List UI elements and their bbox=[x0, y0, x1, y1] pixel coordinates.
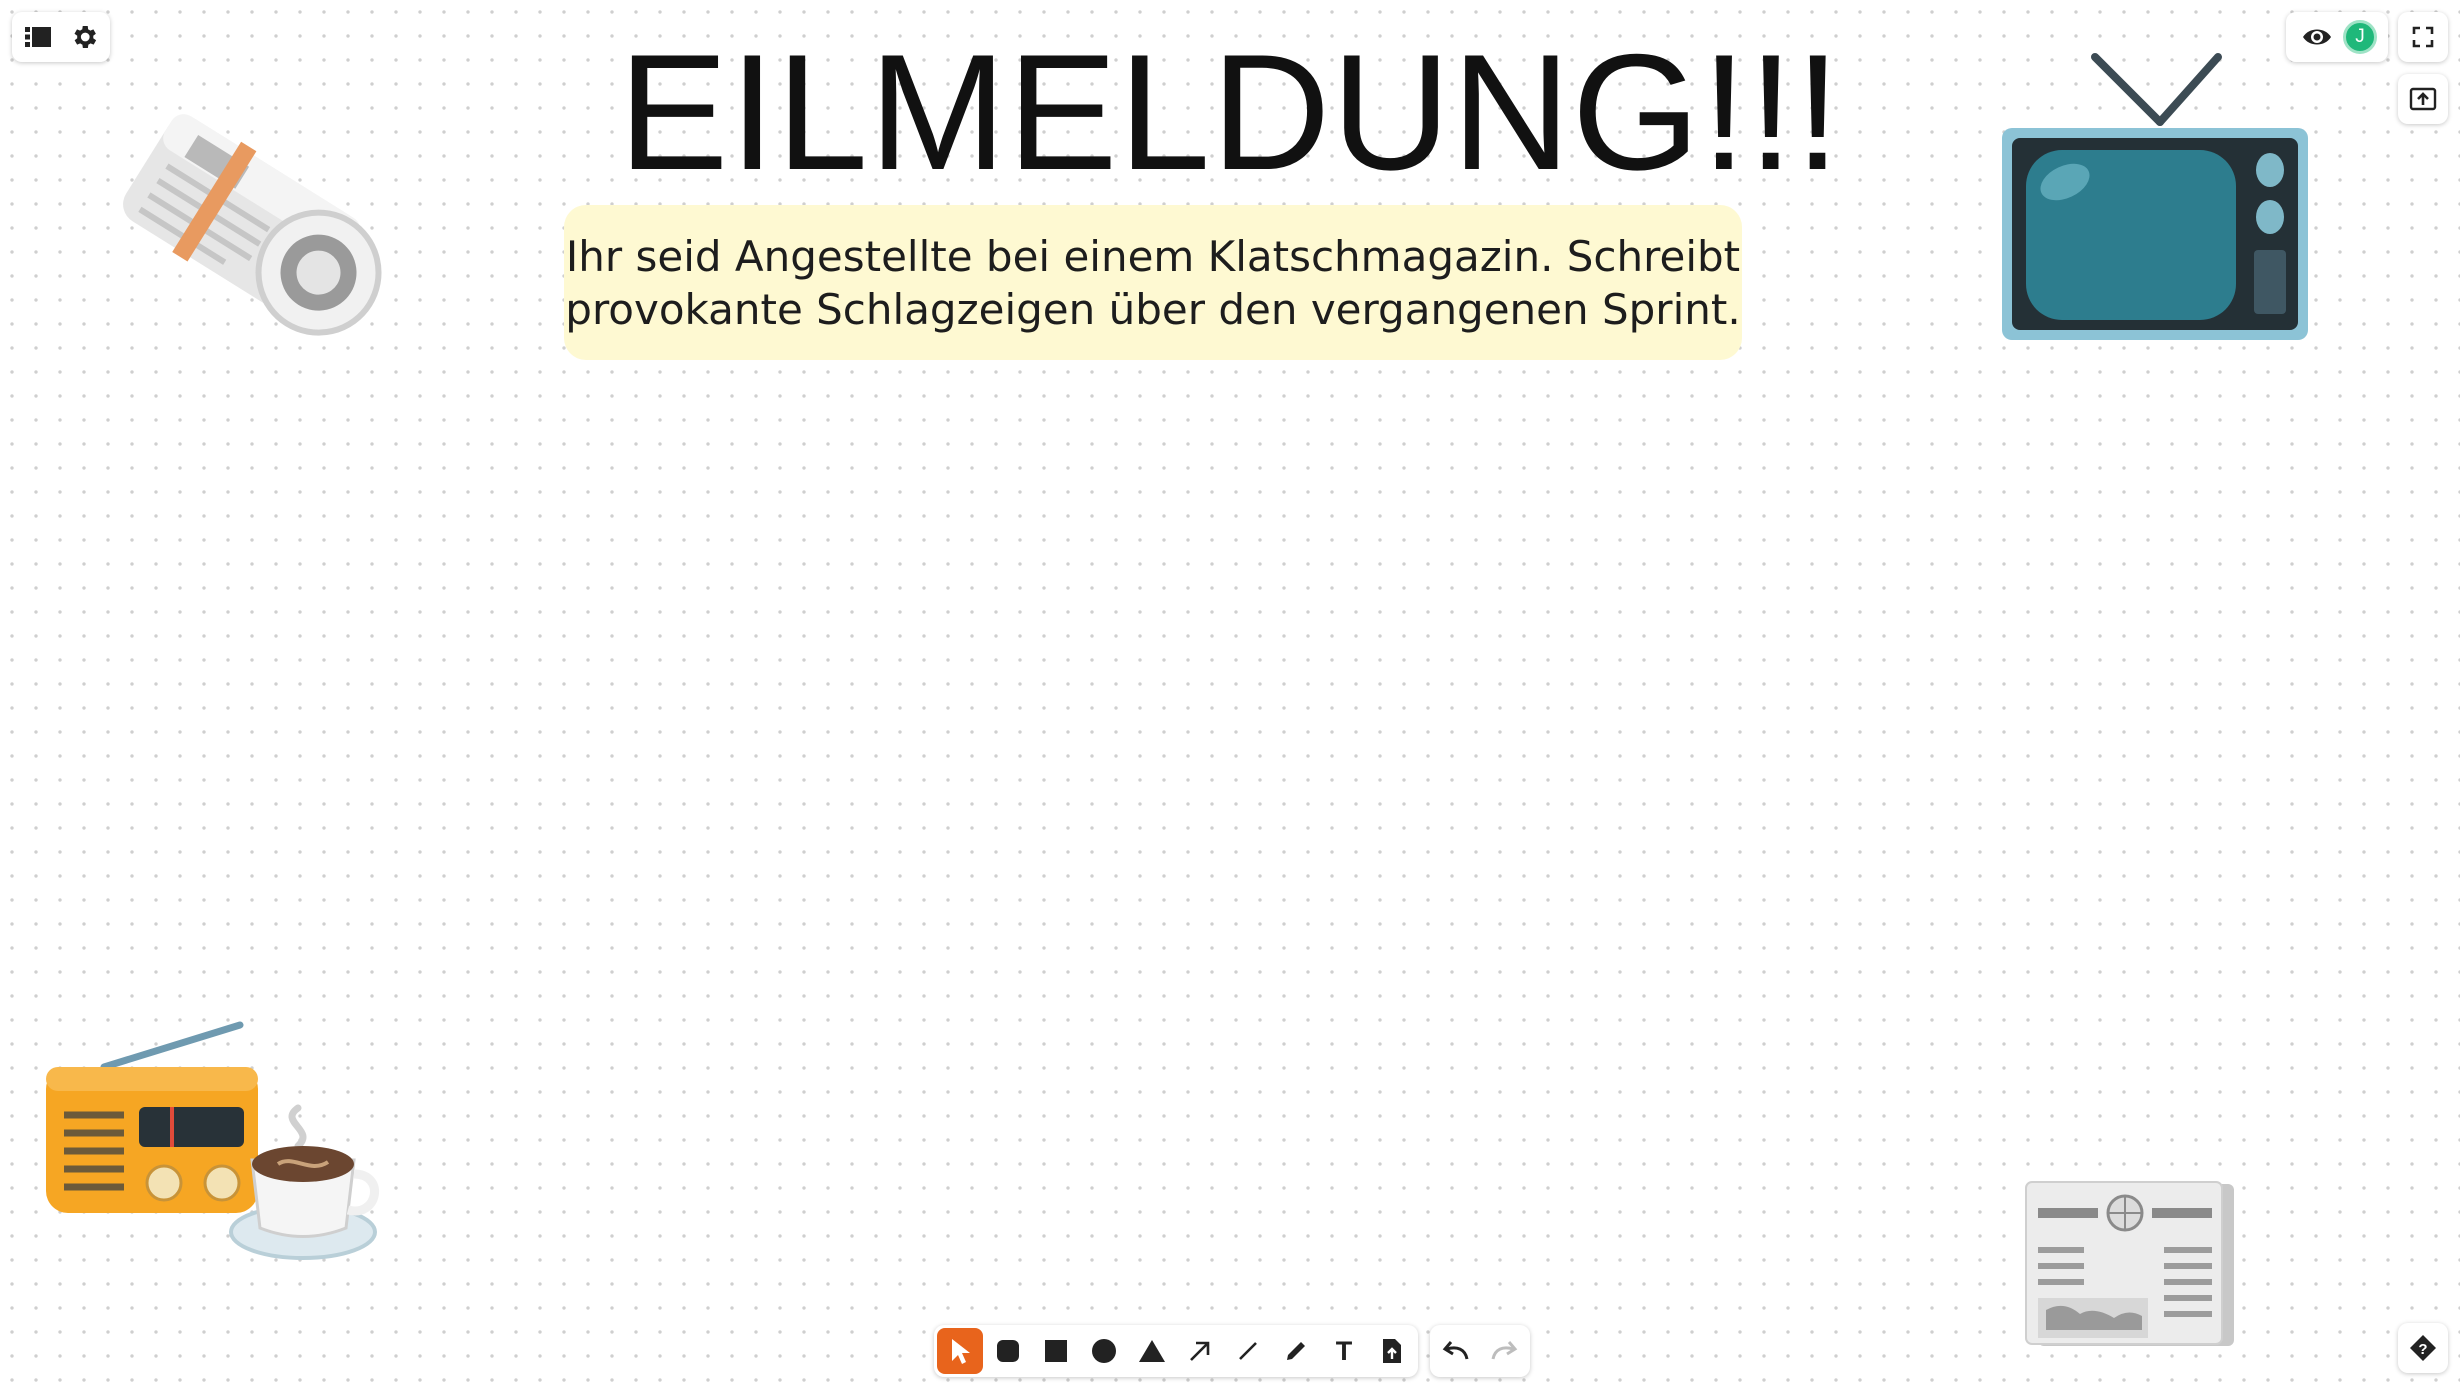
redo-button[interactable] bbox=[1481, 1328, 1527, 1374]
note-line-1: Ihr seid Angestellte bei einem Klatschma… bbox=[565, 231, 1741, 281]
triangle-icon bbox=[1139, 1340, 1165, 1362]
sticky-note[interactable]: Ihr seid Angestellte bei einem Klatschma… bbox=[564, 205, 1742, 360]
svg-text:?: ? bbox=[2418, 1341, 2427, 1358]
rounded-square-icon bbox=[997, 1340, 1019, 1362]
pen-icon bbox=[1287, 1342, 1305, 1360]
arrow-tool[interactable] bbox=[1177, 1328, 1223, 1374]
line-tool[interactable] bbox=[1225, 1328, 1271, 1374]
help-icon: ? bbox=[2410, 1335, 2436, 1361]
undo-button[interactable] bbox=[1433, 1328, 1479, 1374]
drawing-toolbar: T bbox=[934, 1325, 1418, 1377]
line-icon bbox=[1239, 1342, 1257, 1360]
undo-icon bbox=[1442, 1341, 1469, 1360]
coffee-sticker[interactable] bbox=[228, 1100, 388, 1265]
redo-icon bbox=[1491, 1341, 1518, 1360]
history-toolbar bbox=[1430, 1325, 1530, 1377]
select-tool[interactable] bbox=[937, 1328, 983, 1374]
square-icon bbox=[1045, 1340, 1067, 1362]
file-tool[interactable] bbox=[1369, 1328, 1415, 1374]
triangle-tool[interactable] bbox=[1129, 1328, 1175, 1374]
help-button[interactable]: ? bbox=[2398, 1323, 2448, 1373]
note-line-2: provokante Schlagzeigen über den vergang… bbox=[565, 284, 1741, 334]
tv-sticker[interactable] bbox=[2000, 52, 2312, 344]
text-tool-glyph: T bbox=[1335, 1335, 1353, 1366]
text-tool[interactable]: T bbox=[1321, 1328, 1367, 1374]
rolled-newspaper-sticker[interactable] bbox=[80, 95, 385, 385]
file-upload-icon bbox=[1383, 1339, 1401, 1363]
pen-tool[interactable] bbox=[1273, 1328, 1319, 1374]
circle-icon bbox=[1092, 1339, 1116, 1363]
cursor-icon bbox=[952, 1339, 970, 1364]
circle-tool[interactable] bbox=[1081, 1328, 1127, 1374]
newspaper-sticker[interactable] bbox=[2024, 1180, 2236, 1350]
rectangle-tool[interactable] bbox=[1033, 1328, 1079, 1374]
arrow-icon bbox=[1190, 1341, 1210, 1361]
rounded-rectangle-tool[interactable] bbox=[985, 1328, 1031, 1374]
